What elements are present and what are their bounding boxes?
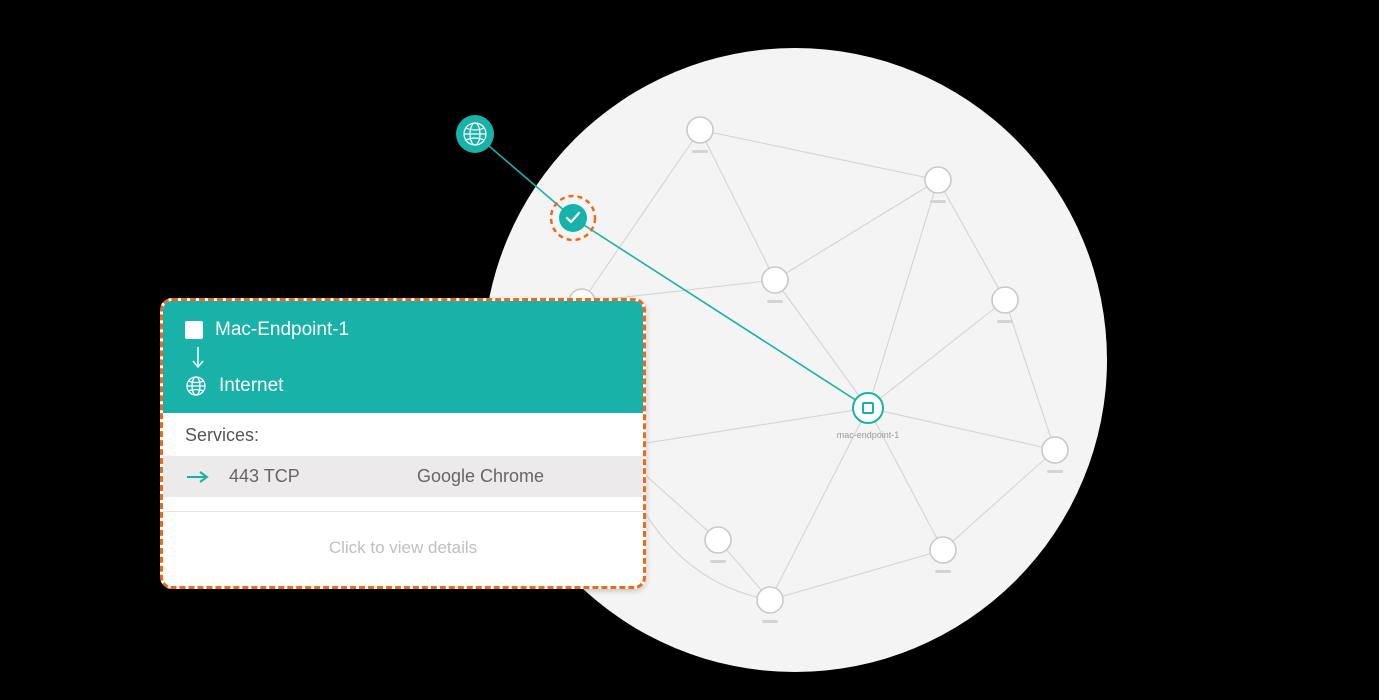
service-port: 443 TCP: [229, 466, 369, 487]
endpoint-icon: [185, 321, 203, 339]
source-row: Mac-Endpoint-1: [185, 319, 621, 341]
service-app: Google Chrome: [387, 466, 621, 487]
card-header: Mac-Endpoint-1 Internet: [163, 301, 643, 413]
service-row[interactable]: 443 TCP Google Chrome: [163, 456, 643, 497]
services-heading: Services:: [163, 413, 643, 456]
dest-label: Internet: [219, 375, 283, 397]
card-body: Services: 443 TCP Google Chrome Click to…: [163, 413, 643, 586]
connection-info-card[interactable]: Mac-Endpoint-1 Internet Services:: [160, 298, 646, 589]
globe-icon: [185, 375, 207, 397]
arrow-down-icon: [189, 345, 207, 371]
view-details-cta[interactable]: Click to view details: [163, 512, 643, 586]
selected-node-label: mac-endpoint-1: [837, 430, 900, 440]
dest-row: Internet: [185, 375, 621, 397]
internet-node[interactable]: [456, 115, 494, 153]
source-label: Mac-Endpoint-1: [215, 319, 349, 341]
arrow-right-icon: [185, 470, 211, 484]
